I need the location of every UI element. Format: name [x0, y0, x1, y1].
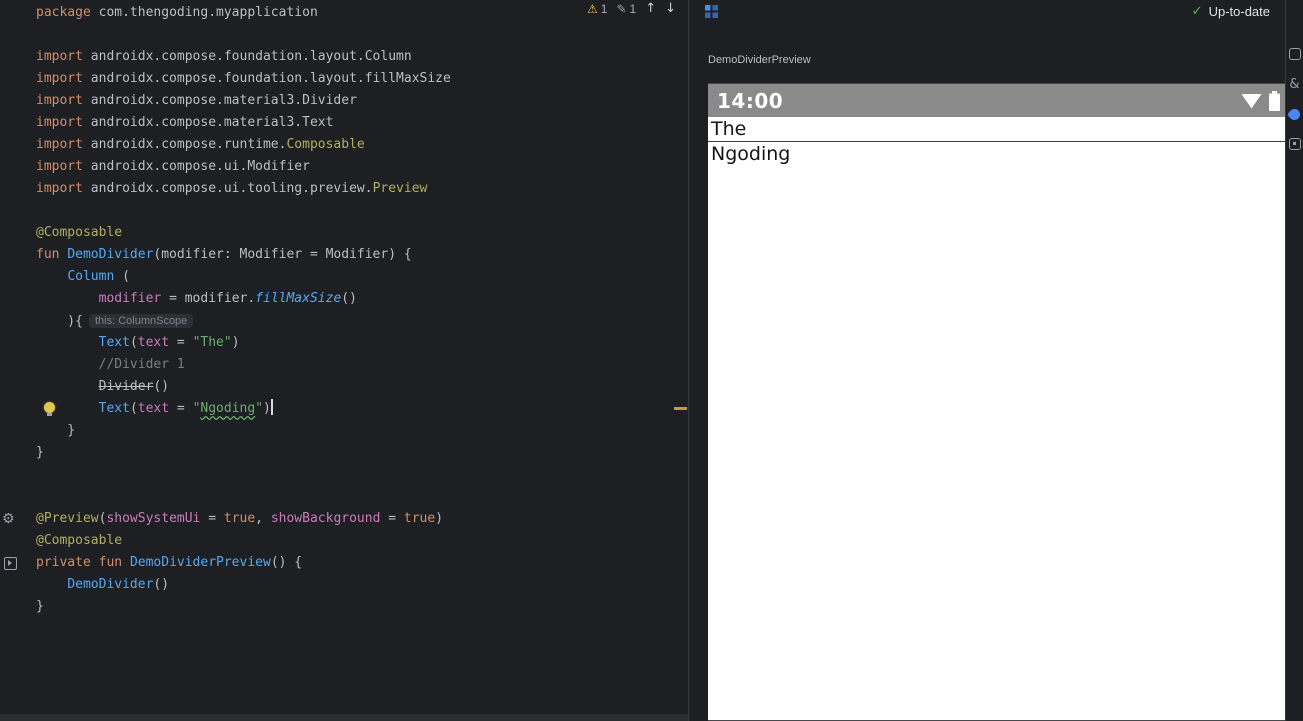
grid-view-icon[interactable] — [705, 5, 718, 18]
device-clock: 14:00 — [717, 88, 784, 113]
right-tool-stripe: & — [1285, 0, 1303, 721]
code-line[interactable]: } — [0, 442, 688, 464]
code-line[interactable] — [0, 24, 688, 46]
code-line[interactable] — [0, 464, 688, 486]
rendered-text-ngoding: Ngoding — [711, 143, 791, 165]
code-line[interactable]: @Composable — [0, 222, 688, 244]
build-status[interactable]: ✓ Up-to-date — [1192, 4, 1270, 19]
warning-icon: ⚠ — [586, 1, 598, 16]
code-line[interactable]: import androidx.compose.material3.Divide… — [0, 90, 688, 112]
horizontal-scrollbar[interactable] — [0, 714, 688, 721]
code-line[interactable] — [0, 486, 688, 508]
code-line[interactable]: fun DemoDivider(modifier: Modifier = Mod… — [0, 244, 688, 266]
device-preview-surface[interactable]: 14:00 The Ngoding — [708, 83, 1286, 721]
run-preview-icon[interactable] — [2, 552, 20, 574]
typo-count: 1 — [629, 1, 637, 16]
code-line[interactable]: import androidx.compose.runtime.Composab… — [0, 134, 688, 156]
code-line[interactable]: @Preview(showSystemUi = true, showBackgr… — [0, 508, 688, 530]
typo-icon: ✎ — [616, 1, 627, 16]
code-line[interactable]: Text(text = "Ngoding") — [0, 398, 688, 420]
code-line[interactable]: @Composable — [0, 530, 688, 552]
code-line[interactable]: Text(text = "The") — [0, 332, 688, 354]
inlay-hint: this: ColumnScope — [88, 314, 194, 328]
compose-preview-panel: ✓ Up-to-date DemoDividerPreview 14:00 Th… — [688, 0, 1286, 721]
typos-indicator[interactable]: ✎ 1 — [616, 2, 636, 16]
status-icons — [1241, 90, 1285, 111]
text-caret — [270, 399, 273, 415]
warnings-indicator[interactable]: ⚠ 1 — [587, 2, 607, 16]
device-status-bar: 14:00 — [708, 84, 1285, 117]
gear-icon[interactable] — [2, 508, 20, 530]
change-marker — [674, 407, 687, 410]
inspections-widget: ⚠ 1 ✎ 1 ↑ ↓ — [587, 1, 676, 16]
device-manager-icon[interactable] — [1288, 48, 1301, 60]
battery-icon — [1269, 90, 1280, 111]
preview-name-label[interactable]: DemoDividerPreview — [708, 54, 811, 66]
build-status-label: Up-to-date — [1208, 4, 1270, 19]
warning-count: 1 — [600, 1, 608, 16]
code-editor[interactable]: ⚠ 1 ✎ 1 ↑ ↓ package com.thengoding.myapp… — [0, 0, 688, 721]
code-line[interactable]: package com.thengoding.myapplication — [0, 2, 688, 24]
code-lines: package com.thengoding.myapplication impo… — [0, 2, 688, 618]
code-line[interactable]: import androidx.compose.foundation.layou… — [0, 46, 688, 68]
code-line[interactable]: ){this: ColumnScope — [0, 310, 688, 332]
prev-problem-arrow-icon[interactable]: ↑ — [645, 1, 656, 16]
next-problem-arrow-icon[interactable]: ↓ — [665, 1, 676, 16]
code-line[interactable]: } — [0, 420, 688, 442]
code-line[interactable]: //Divider 1 — [0, 354, 688, 376]
wifi-icon — [1241, 93, 1262, 108]
gradle-icon[interactable]: & — [1289, 78, 1299, 91]
code-line[interactable]: Column ( — [0, 266, 688, 288]
code-line[interactable]: import androidx.compose.material3.Text — [0, 112, 688, 134]
code-line[interactable]: DemoDivider() — [0, 574, 688, 596]
code-line[interactable]: import androidx.compose.ui.Modifier — [0, 156, 688, 178]
code-line[interactable]: } — [0, 596, 688, 618]
check-icon: ✓ — [1191, 4, 1203, 19]
intention-bulb-icon[interactable] — [44, 402, 55, 416]
rendered-text-the: The — [711, 118, 747, 140]
emulator-icon[interactable] — [1288, 138, 1301, 150]
code-line[interactable]: import androidx.compose.ui.tooling.previ… — [0, 178, 688, 200]
compose-preview-icon[interactable] — [1286, 106, 1303, 123]
code-line[interactable]: Divider() — [0, 376, 688, 398]
code-line[interactable]: private fun DemoDividerPreview() { — [0, 552, 688, 574]
code-line[interactable]: modifier = modifier.fillMaxSize() — [0, 288, 688, 310]
preview-toolbar: ✓ Up-to-date — [689, 0, 1285, 24]
code-line[interactable]: import androidx.compose.foundation.layou… — [0, 68, 688, 90]
code-line[interactable] — [0, 200, 688, 222]
